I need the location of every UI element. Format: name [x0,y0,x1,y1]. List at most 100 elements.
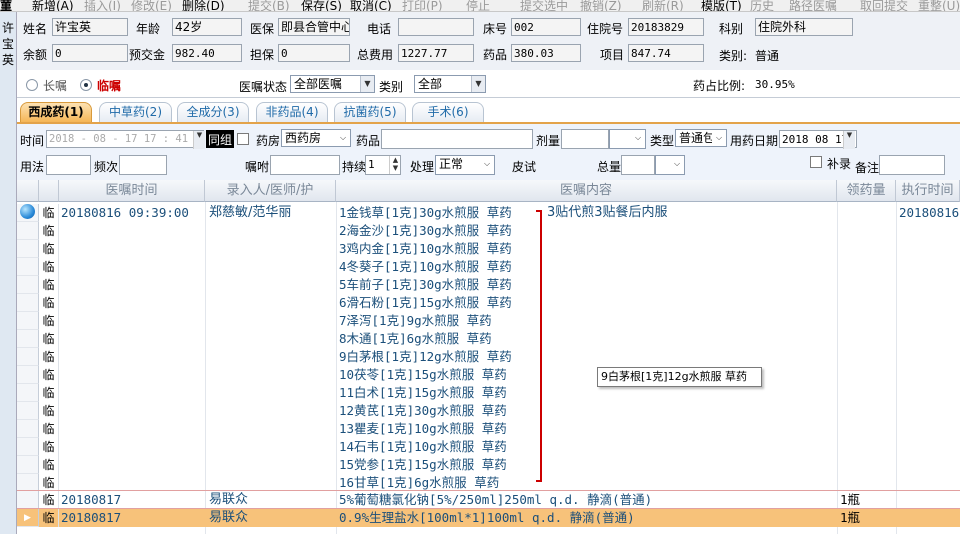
pharmacy-select[interactable]: 西药房 ⌵ [281,129,351,147]
submit-button[interactable]: 提交(B) [248,0,290,11]
herb-item[interactable]: 14石韦[1克]10g水煎服 草药 [339,438,507,456]
time-dropdown-arrow[interactable]: ▼ [193,131,205,149]
row-indicator[interactable] [17,312,39,330]
temporary-radio[interactable] [80,79,92,91]
row-indicator[interactable] [17,438,39,456]
type-select[interactable]: 全部 ▼ [414,75,486,93]
revoke-button[interactable]: 撤销(Z) [580,0,622,11]
order-status-select[interactable]: 全部医嘱 ▼ [290,75,375,93]
deposit-label: 预交金 [129,48,166,62]
template-button[interactable]: 模版(T) [701,0,742,11]
same-group-checkbox[interactable] [237,133,249,145]
drug-cost-field[interactable]: 380.03 [511,44,581,62]
total-input[interactable] [621,155,655,175]
drug-input[interactable] [381,129,533,149]
total-cost-field[interactable]: 1227.77 [398,44,474,62]
row-indicator[interactable] [17,348,39,366]
supplement-checkbox[interactable] [810,156,822,168]
tab-surgery[interactable]: 手术(6) [412,102,484,122]
herb-item[interactable]: 3鸡内金[1克]10g水煎服 草药 [339,240,512,258]
item-cost-field[interactable]: 847.74 [628,44,704,62]
row-indicator[interactable] [17,456,39,474]
balance-field[interactable]: 0 [52,44,128,62]
chevron-down-icon: ⌵ [336,130,350,146]
row-indicator[interactable] [17,491,39,509]
phone-field[interactable] [398,18,474,36]
herb-item[interactable]: 12黄芪[1克]30g水煎服 草药 [339,402,507,420]
tab-all-ingredients[interactable]: 全成分(3) [177,102,249,122]
row-indicator[interactable] [17,294,39,312]
herb-item[interactable]: 2海金沙[1克]30g水煎服 草药 [339,222,512,240]
print-button[interactable]: 打印(P) [402,0,443,11]
note-input[interactable] [879,155,945,175]
age-field[interactable]: 42岁 [172,18,242,36]
insert-button[interactable]: 插入(I) [84,0,121,11]
row-indicator[interactable] [17,276,39,294]
admission-field[interactable]: 20183829 [628,18,704,36]
stop-button[interactable]: 停止 [466,0,490,11]
header-order-time[interactable]: 医嘱时间 [59,180,205,202]
total-unit-select[interactable]: ⌵ [655,155,685,175]
tab-antibiotics[interactable]: 抗菌药(5) [334,102,406,122]
herb-item[interactable]: 10茯苓[1克]15g水煎服 草药 [339,366,507,384]
row-indicator[interactable] [17,420,39,438]
row-entered-by: 易联众 [209,492,249,507]
herb-item[interactable]: 1金钱草[1克]30g水煎服 草药 [339,204,512,222]
deposit-field[interactable]: 982.40 [172,44,242,62]
insurance-field[interactable]: 即县合管中心 [278,18,350,36]
frequency-input[interactable] [119,155,167,175]
herb-item[interactable]: 6滑石粉[1克]15g水煎服 草药 [339,294,512,312]
continuous-stepper[interactable]: ▲ ▼ [389,156,401,174]
cancel-button[interactable]: 取消(C) [350,0,392,11]
save-button[interactable]: 保存(S) [301,0,342,11]
header-quantity[interactable]: 领药量 [837,180,896,202]
row-indicator[interactable] [17,240,39,258]
modify-button[interactable]: 修改(E) [131,0,172,11]
dose-input[interactable] [561,129,609,149]
patient-side-tab[interactable]: 许 宝 英 [0,12,17,534]
row-indicator[interactable]: ▶ [17,509,39,527]
process-select[interactable]: 正常 ⌵ [435,155,495,175]
row-indicator[interactable] [17,402,39,420]
date-dropdown-arrow[interactable]: ▼ [843,131,855,149]
add-button[interactable]: 新增(A) [32,0,74,11]
side-tab-char: 许 [1,21,14,35]
long-term-radio[interactable] [26,79,38,91]
row-indicator[interactable] [17,366,39,384]
row-indicator[interactable] [17,384,39,402]
herb-item[interactable]: 5车前子[1克]30g水煎服 草药 [339,276,512,294]
dose-unit-select[interactable]: ⌵ [609,129,646,149]
herb-item[interactable]: 11白术[1克]15g水煎服 草药 [339,384,507,402]
header-exec-time[interactable]: 执行时间 [896,180,960,202]
herb-item[interactable]: 4冬葵子[1克]10g水煎服 草药 [339,258,512,276]
name-field[interactable]: 许宝英 [52,18,128,36]
time-field[interactable]: 2018 - 08 - 17 17 : 41 [46,130,204,148]
reorganize-button[interactable]: 重整(U) [918,0,960,11]
herb-item[interactable]: 15党参[1克]15g水煎服 草药 [339,456,507,474]
retrieve-submit-button[interactable]: 取回提交 [860,0,908,11]
path-order-button[interactable]: 路径医嘱 [789,0,837,11]
herb-item[interactable]: 13瞿麦[1克]10g水煎服 草药 [339,420,507,438]
history-button[interactable]: 历史 [750,0,774,11]
herb-item[interactable]: 9白茅根[1克]12g水煎服 草药 [339,348,512,366]
group-exec-time: 20180816 [899,205,960,220]
instruction-input[interactable] [270,155,340,175]
herb-item[interactable]: 8木通[1克]6g水煎服 草药 [339,330,492,348]
tab-western-medicine[interactable]: 西成药(1) [20,102,92,122]
header-order-content[interactable]: 医嘱内容 [336,180,837,202]
refresh-button[interactable]: 刷新(R) [642,0,684,11]
row-indicator[interactable] [17,222,39,240]
herb-item[interactable]: 7泽泻[1克]9g水煎服 草药 [339,312,492,330]
submit-selected-button[interactable]: 提交选中 [520,0,568,11]
header-entered-by[interactable]: 录入人/医师/护 [205,180,336,202]
tab-non-drug[interactable]: 非药品(4) [256,102,328,122]
guarantee-field[interactable]: 0 [278,44,350,62]
delete-button[interactable]: 删除(D) [182,0,225,11]
usage-input[interactable] [46,155,91,175]
bed-field[interactable]: 002 [511,18,581,36]
row-indicator[interactable] [17,330,39,348]
row-indicator[interactable] [17,258,39,276]
type-select[interactable]: 普通包 ⌵ [675,129,727,147]
dept-field[interactable]: 住院外科 [755,18,853,36]
tab-chinese-herbs[interactable]: 中草药(2) [99,102,172,122]
